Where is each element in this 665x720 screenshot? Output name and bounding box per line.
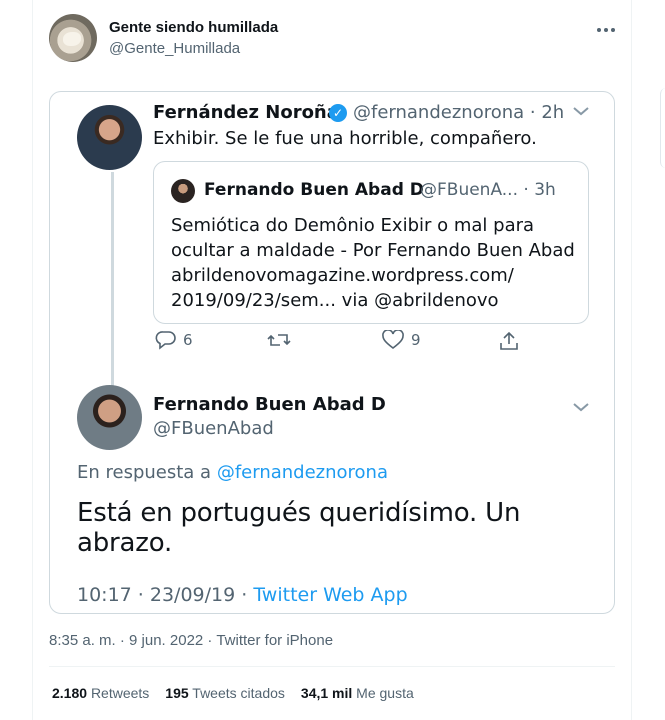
likes-count: 34,1 mil <box>300 685 353 701</box>
retweets-count: 2.180 <box>52 685 88 701</box>
engagement-stats: 2.180 Retweets 195 Tweets citados 34,1 m… <box>52 685 414 701</box>
embedded-screenshot[interactable]: Fernández Noroña ✓ @fernandeznorona · 2h… <box>49 91 615 614</box>
chevron-down-icon <box>572 102 590 121</box>
embedded-source: Twitter Web App <box>253 584 408 606</box>
side-panel-edge <box>660 88 665 168</box>
reply-context: En respuesta a @fernandeznorona <box>77 462 388 483</box>
quotes-count: 195 <box>165 685 189 701</box>
share-action <box>498 330 520 352</box>
retweet-action <box>266 330 292 350</box>
quoted-line: ocultar a maldade - Por Fernando Buen Ab… <box>171 240 575 261</box>
reply-mention: @fernandeznorona <box>216 462 388 483</box>
likes-label: Me gusta <box>356 685 414 701</box>
reply-prefix: En respuesta a <box>77 462 212 483</box>
embedded-tweet-text: Exhibir. Se le fue una horrible, compañe… <box>153 128 537 149</box>
reply-icon <box>155 331 176 350</box>
more-horizontal-icon[interactable] <box>593 20 619 40</box>
reply-tweet-text: Está en portugués queridísimo. Un abrazo… <box>77 498 521 558</box>
like-count: 9 <box>411 331 421 349</box>
heart-icon <box>382 330 404 350</box>
timeline-left-border <box>32 0 33 720</box>
retweets-stat[interactable]: 2.180 Retweets <box>52 685 149 701</box>
quotes-label: Tweets citados <box>192 685 285 701</box>
embedded-tweet-meta: 10:17 · 23/09/19 · Twitter Web App <box>77 584 408 606</box>
retweet-icon <box>267 334 291 346</box>
tweet-header: Gente siendo humillada @Gente_Humillada <box>49 14 619 64</box>
verified-badge-icon: ✓ <box>329 104 347 122</box>
quoted-author-name: Fernando Buen Abad D <box>204 180 424 200</box>
embedded-time-date: 10:17 · 23/09/19 · <box>77 584 248 606</box>
timeline-right-border <box>631 0 632 720</box>
embedded-actions: 6 9 <box>153 330 587 358</box>
share-icon <box>500 331 518 350</box>
avatar[interactable] <box>49 14 97 62</box>
reply-count: 6 <box>183 331 193 349</box>
quoted-tweet: Fernando Buen Abad D @FBuenA... · 3h Sem… <box>153 161 589 324</box>
tweet-timestamp[interactable]: 8:35 a. m. · 9 jun. 2022 · Twitter for i… <box>49 632 333 649</box>
quotes-stat[interactable]: 195 Tweets citados <box>165 685 285 701</box>
reply-action: 6 <box>155 330 193 350</box>
avatar <box>77 385 142 450</box>
chevron-down-icon <box>572 398 590 417</box>
embedded-author-handle: @fernandeznorona · 2h <box>353 102 565 123</box>
likes-stat[interactable]: 34,1 mil Me gusta <box>301 685 414 701</box>
avatar <box>171 179 195 203</box>
quoted-line: abrildenovomagazine.wordpress.com/ <box>171 265 514 286</box>
thread-line <box>111 172 114 410</box>
like-action: 9 <box>381 330 421 350</box>
quoted-line: 2019/09/23/sem... via @abrildenovo <box>171 290 499 311</box>
quoted-line: Semiótica do Demônio Exibir o mal para <box>171 215 535 236</box>
author-handle[interactable]: @Gente_Humillada <box>109 40 240 57</box>
quoted-tweet-text: Semiótica do Demônio Exibir o mal para o… <box>171 213 581 313</box>
divider <box>49 666 615 667</box>
retweets-label: Retweets <box>90 685 150 701</box>
reply-author-handle: @FBuenAbad <box>153 418 274 439</box>
reply-author-name: Fernando Buen Abad D <box>153 394 386 415</box>
quoted-author-handle: @FBuenA... · 3h <box>420 180 556 200</box>
author-name[interactable]: Gente siendo humillada <box>109 19 278 36</box>
embedded-author-name: Fernández Noroña <box>153 102 339 123</box>
avatar <box>77 105 142 170</box>
